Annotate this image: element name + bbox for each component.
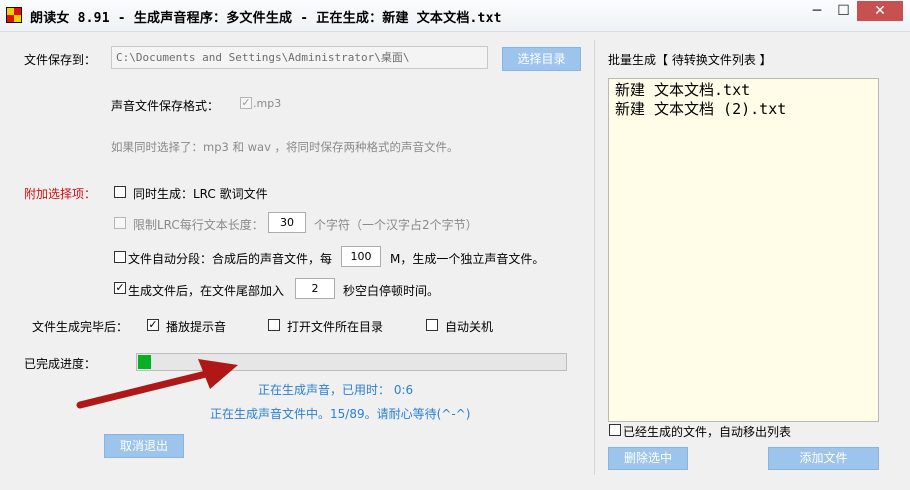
panel-divider	[594, 40, 595, 475]
maximize-button[interactable]: ☐	[830, 1, 857, 21]
play-sound-label: 播放提示音	[166, 320, 227, 334]
open-folder-checkbox[interactable]	[268, 319, 280, 331]
options-title: 附加选择项：	[24, 187, 97, 201]
mp3-label: .mp3	[253, 97, 282, 110]
choose-folder-button[interactable]: 选择目录	[502, 47, 581, 71]
app-icon	[6, 7, 22, 23]
format-hint: 如果同时选择了：mp3 和 wav ，将同时保存两种格式的声音文件。	[111, 140, 459, 154]
lrc-limit-input[interactable]: 30	[268, 212, 306, 233]
lrc-limit-suffix: 个字符（一个汉字占2个字节）	[314, 218, 478, 232]
batch-title: 批量生成【 待转换文件列表 】	[608, 53, 772, 67]
pause-checkbox[interactable]: ✓	[114, 282, 126, 294]
close-button[interactable]: ✕	[857, 1, 903, 21]
save-path-field[interactable]: C:\Documents and Settings\Administrator\…	[111, 46, 488, 69]
lrc-limit-checkbox[interactable]	[114, 217, 126, 229]
split-checkbox[interactable]	[114, 251, 126, 263]
play-sound-checkbox[interactable]: ✓	[147, 319, 159, 331]
shutdown-label: 自动关机	[445, 320, 494, 334]
auto-remove-checkbox[interactable]	[609, 424, 621, 436]
cancel-exit-button[interactable]: 取消退出	[104, 434, 184, 458]
lrc-checkbox[interactable]	[114, 186, 126, 198]
split-label: 文件自动分段：合成后的声音文件，每	[128, 252, 333, 266]
add-file-button[interactable]: 添加文件	[768, 447, 879, 470]
delete-selected-button[interactable]: 删除选中	[608, 447, 688, 470]
shutdown-checkbox[interactable]	[426, 319, 438, 331]
pause-seconds-input[interactable]: 2	[295, 278, 335, 299]
save-path-label: 文件保存到：	[24, 53, 97, 67]
minimize-button[interactable]: ─	[804, 1, 830, 21]
list-item[interactable]: 新建 文本文档 (2).txt	[615, 100, 872, 119]
title-bar: 朗读女 8.91 - 生成声音程序：多文件生成 - 正在生成：新建 文本文档.t…	[0, 0, 910, 32]
list-item[interactable]: 新建 文本文档.txt	[615, 81, 872, 100]
format-label: 声音文件保存格式：	[111, 99, 220, 113]
auto-remove-label: 已经生成的文件，自动移出列表	[623, 425, 792, 439]
split-size-input[interactable]: 100	[341, 246, 381, 267]
mp3-checkbox[interactable]: ✓	[240, 97, 252, 109]
pause-label: 生成文件后，在文件尾部加入	[128, 284, 285, 298]
split-suffix: M，生成一个独立声音文件。	[390, 252, 545, 266]
progress-status-count: 正在生成声音文件中。15/89。请耐心等待(^-^)	[210, 407, 471, 421]
lrc-label: 同时生成：LRC 歌词文件	[133, 187, 268, 201]
pause-suffix: 秒空白停顿时间。	[343, 284, 440, 298]
lrc-limit-label: 限制LRC每行文本长度：	[133, 218, 264, 232]
file-list[interactable]: 新建 文本文档.txt 新建 文本文档 (2).txt	[608, 78, 879, 422]
open-folder-label: 打开文件所在目录	[287, 320, 384, 334]
window-title: 朗读女 8.91 - 生成声音程序：多文件生成 - 正在生成：新建 文本文档.t…	[30, 11, 502, 26]
progress-status-time: 正在生成声音，已用时： 0:6	[258, 383, 414, 397]
after-complete-label: 文件生成完毕后：	[32, 320, 129, 334]
